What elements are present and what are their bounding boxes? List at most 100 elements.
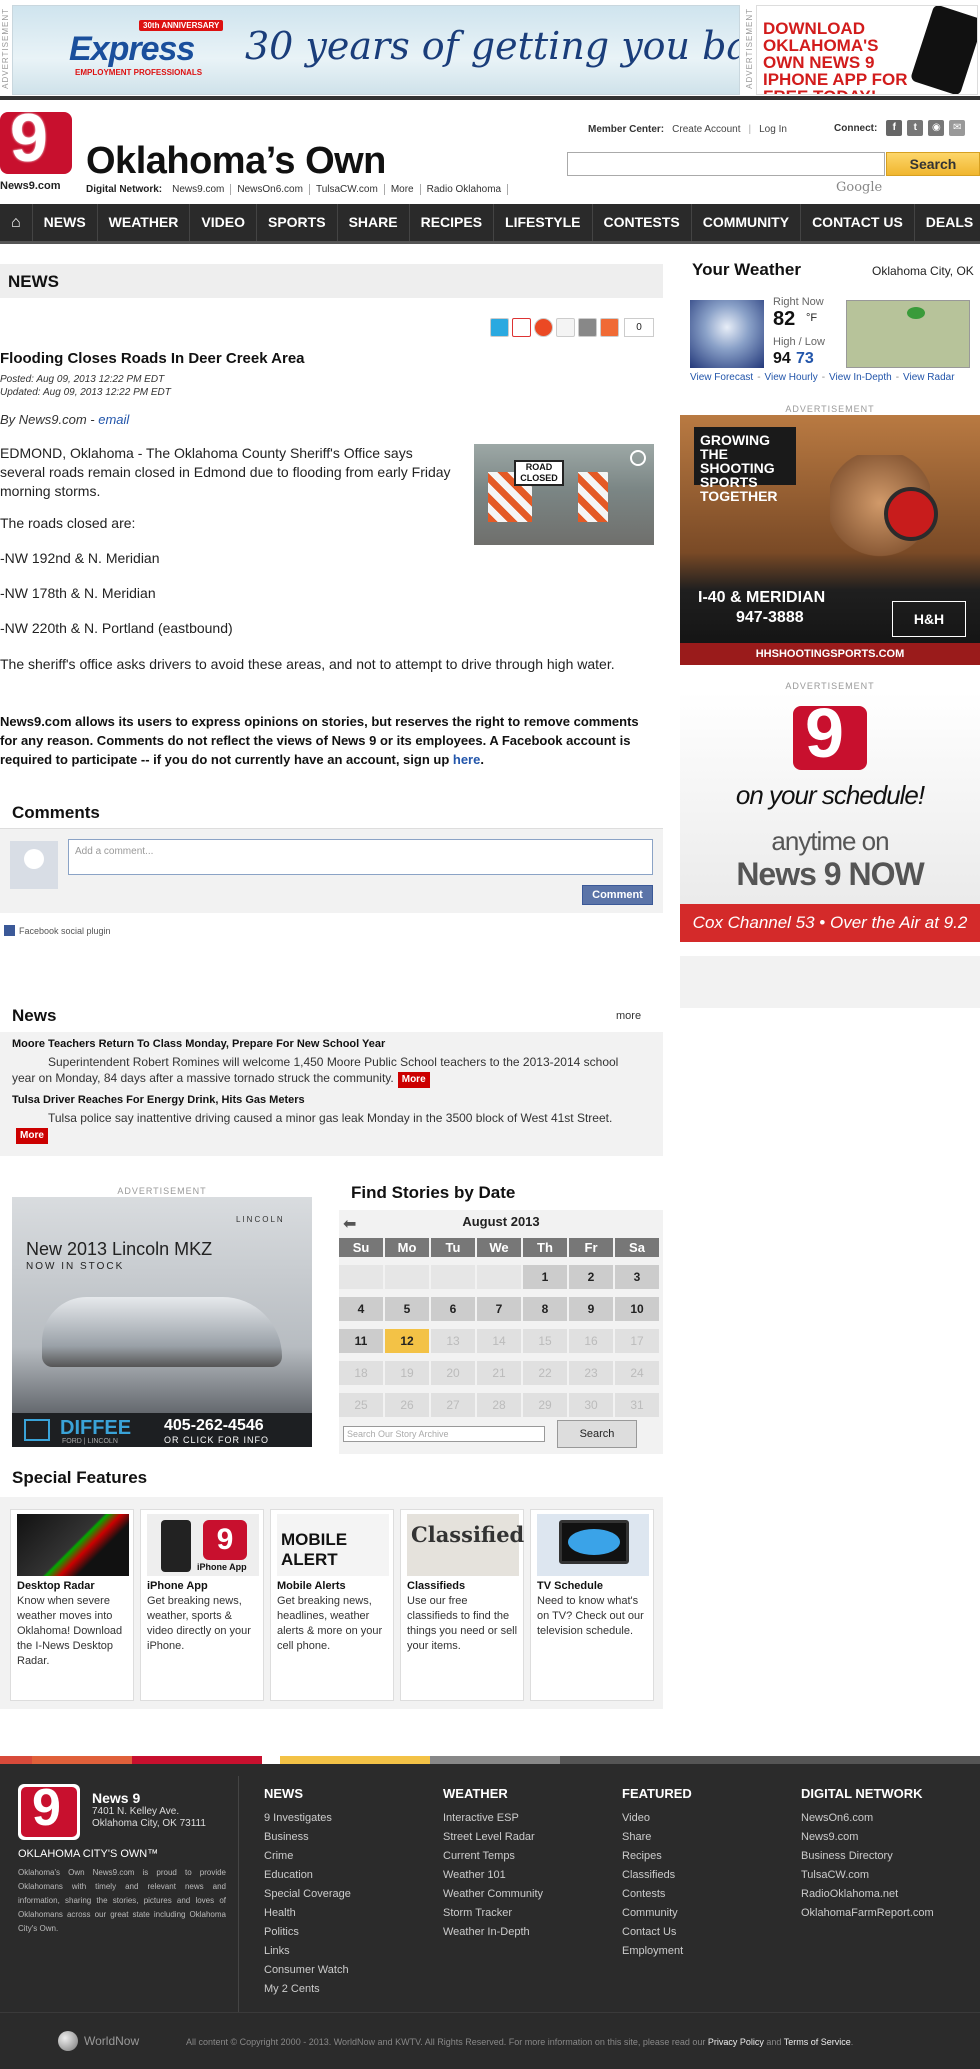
calendar-day[interactable]: 2 [569, 1265, 613, 1289]
twitter-share-icon[interactable] [490, 318, 509, 337]
calendar-day[interactable]: 4 [339, 1297, 383, 1321]
footer-link[interactable]: Classifieds [622, 1866, 692, 1885]
footer-link[interactable]: Community [622, 1904, 692, 1923]
zoom-icon[interactable] [630, 450, 646, 466]
footer-link[interactable]: Current Temps [443, 1847, 543, 1866]
dn-link-newson6[interactable]: NewsOn6.com [231, 184, 310, 195]
nav-contests[interactable]: CONTESTS [593, 204, 692, 241]
footer-news9-logo[interactable]: 9 [18, 1780, 80, 1840]
news-headline-link[interactable]: Moore Teachers Return To Class Monday, P… [12, 1038, 385, 1050]
footer-link[interactable]: OklahomaFarmReport.com [801, 1904, 934, 1923]
nav-weather[interactable]: WEATHER [98, 204, 191, 241]
feature-card-classifieds[interactable]: Classified Classifieds Use our free clas… [400, 1509, 524, 1701]
feature-card-mobile-alerts[interactable]: MOBILE ALERT Mobile Alerts Get breaking … [270, 1509, 394, 1701]
dn-link-more[interactable]: More [385, 184, 421, 195]
news-more-link[interactable]: more [616, 1010, 641, 1022]
nav-news[interactable]: NEWS [33, 204, 98, 241]
nav-share[interactable]: SHARE [338, 204, 410, 241]
radar-map[interactable] [846, 300, 970, 368]
calendar-day[interactable]: 8 [523, 1297, 567, 1321]
footer-link[interactable]: Business [264, 1828, 351, 1847]
express-banner-ad[interactable]: 30th ANNIVERSARY Express EMPLOYMENT PROF… [12, 5, 740, 95]
footer-link[interactable]: NewsOn6.com [801, 1809, 934, 1828]
footer-link[interactable]: Education [264, 1866, 351, 1885]
home-icon[interactable]: ⌂ [0, 204, 33, 241]
lincoln-ad[interactable]: LINCOLN New 2013 Lincoln MKZ NOW IN STOC… [12, 1197, 312, 1447]
news-headline-link[interactable]: Tulsa Driver Reaches For Energy Drink, H… [12, 1094, 305, 1106]
footer-link[interactable]: Storm Tracker [443, 1904, 543, 1923]
facebook-plugin-label[interactable]: Facebook social plugin [4, 925, 111, 936]
feature-card-tv-schedule[interactable]: TV Schedule Need to know what's on TV? C… [530, 1509, 654, 1701]
nav-video[interactable]: VIDEO [190, 204, 257, 241]
dn-link-tulsacw[interactable]: TulsaCW.com [310, 184, 385, 195]
byline-email-link[interactable]: email [98, 412, 129, 427]
footer-link[interactable]: Consumer Watch [264, 1961, 351, 1980]
footer-link[interactable]: Street Level Radar [443, 1828, 543, 1847]
footer-link[interactable]: Business Directory [801, 1847, 934, 1866]
view-radar-link[interactable]: View Radar [903, 372, 955, 383]
footer-link[interactable]: Interactive ESP [443, 1809, 543, 1828]
more-button[interactable]: More [16, 1128, 48, 1144]
print-icon[interactable] [578, 318, 597, 337]
calendar-day[interactable]: 3 [615, 1265, 659, 1289]
calendar-day[interactable]: 7 [477, 1297, 521, 1321]
facebook-icon[interactable]: f [886, 120, 903, 136]
twitter-icon[interactable]: t [907, 120, 924, 136]
terms-of-service-link[interactable]: Terms of Service [784, 2037, 851, 2047]
feature-card-desktop-radar[interactable]: Desktop Radar Know when severe weather m… [10, 1509, 134, 1701]
footer-link[interactable]: Video [622, 1809, 692, 1828]
pocket-share-icon[interactable] [556, 318, 575, 337]
news9-now-ad[interactable]: 9 on your schedule! anytime on News 9 NO… [680, 692, 980, 942]
footer-link[interactable]: Employment [622, 1942, 692, 1961]
feature-card-iphone-app[interactable]: 9 iPhone App iPhone App Get breaking new… [140, 1509, 264, 1701]
nav-sports[interactable]: SPORTS [257, 204, 338, 241]
footer-link[interactable]: Crime [264, 1847, 351, 1866]
archive-search-button[interactable]: Search [557, 1420, 637, 1448]
footer-link[interactable]: Special Coverage [264, 1885, 351, 1904]
view-forecast-link[interactable]: View Forecast [690, 372, 753, 383]
site-search-button[interactable]: Search [886, 152, 980, 176]
calendar-day[interactable]: 11 [339, 1329, 383, 1353]
signup-here-link[interactable]: here [453, 752, 480, 767]
addthis-plus-icon[interactable] [600, 318, 619, 337]
calendar-day[interactable]: 9 [569, 1297, 613, 1321]
nav-recipes[interactable]: RECIPES [410, 204, 495, 241]
footer-link[interactable]: My 2 Cents [264, 1980, 351, 1999]
footer-link[interactable]: Links [264, 1942, 351, 1961]
log-in-link[interactable]: Log In [759, 124, 787, 135]
nav-lifestyle[interactable]: LIFESTYLE [494, 204, 593, 241]
create-account-link[interactable]: Create Account [672, 124, 740, 135]
nav-contact-us[interactable]: CONTACT US [801, 204, 915, 241]
footer-link[interactable]: 9 Investigates [264, 1809, 351, 1828]
dn-link-news9[interactable]: News9.com [166, 184, 232, 195]
privacy-policy-link[interactable]: Privacy Policy [708, 2037, 764, 2047]
comment-input[interactable]: Add a comment... [68, 839, 653, 875]
calendar-day[interactable]: 10 [615, 1297, 659, 1321]
footer-link[interactable]: Weather In-Depth [443, 1923, 543, 1942]
gmail-share-icon[interactable] [512, 318, 531, 337]
more-button[interactable]: More [397, 1072, 430, 1088]
calendar-day[interactable]: 1 [523, 1265, 567, 1289]
nav-community[interactable]: COMMUNITY [692, 204, 802, 241]
weather-city[interactable]: Oklahoma City, OK [872, 264, 974, 278]
iphone-app-ad[interactable]: DOWNLOAD OKLAHOMA'S OWN NEWS 9 iPHONE AP… [756, 5, 978, 95]
email-icon[interactable]: ✉ [949, 120, 966, 136]
footer-link[interactable]: Contests [622, 1885, 692, 1904]
story-image[interactable]: ROAD CLOSED [474, 444, 654, 545]
site-search-input[interactable] [567, 152, 885, 176]
footer-link[interactable]: Weather Community [443, 1885, 543, 1904]
footer-link[interactable]: Weather 101 [443, 1866, 543, 1885]
view-in-depth-link[interactable]: View In-Depth [829, 372, 892, 383]
archive-search-input[interactable]: Search Our Story Archive [343, 1426, 545, 1442]
news9-logo[interactable]: 9 [0, 104, 72, 174]
shooting-sports-ad[interactable]: GROWING THE SHOOTING SPORTS TOGETHER I-4… [680, 415, 980, 665]
calendar-day[interactable]: 6 [431, 1297, 475, 1321]
comment-button[interactable]: Comment [582, 885, 653, 905]
footer-link[interactable]: Politics [264, 1923, 351, 1942]
nav-deals[interactable]: DEALS [915, 204, 980, 241]
footer-link[interactable]: TulsaCW.com [801, 1866, 934, 1885]
footer-link[interactable]: RadioOklahoma.net [801, 1885, 934, 1904]
calendar-day[interactable]: 5 [385, 1297, 429, 1321]
footer-link[interactable]: Contact Us [622, 1923, 692, 1942]
footer-link[interactable]: News9.com [801, 1828, 934, 1847]
